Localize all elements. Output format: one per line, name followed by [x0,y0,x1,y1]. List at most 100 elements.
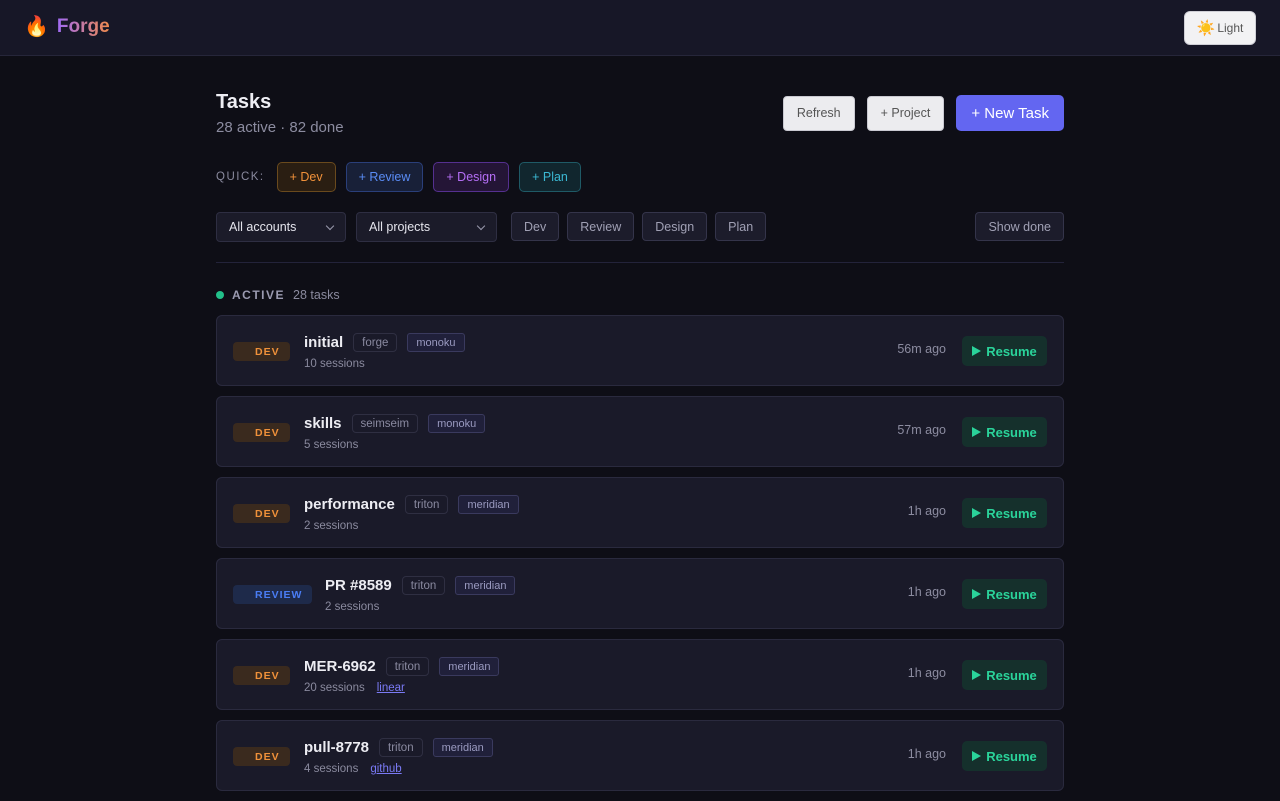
task-info: skills seimseim monoku 5 sessions [304,414,486,451]
account-select[interactable]: All accounts [216,212,346,242]
divider [216,262,1064,263]
flame-icon: 🔥 [24,16,49,38]
task-type-badge: DEV [233,747,290,766]
task-info: PR #8589 triton meridian 2 sessions [325,576,516,613]
session-count: 20 sessions [304,682,365,694]
resume-label: Resume [986,343,1037,359]
project-tag: meridian [455,576,516,595]
resume-button[interactable]: Resume [962,498,1047,528]
task-name: pull-8778 [304,739,370,756]
resume-label: Resume [986,586,1037,602]
quick-label: QUICK: [216,171,265,183]
account-select-value: All accounts [229,220,297,234]
github-link[interactable]: github [370,763,401,775]
resume-label: Resume [986,667,1037,683]
section-count: 28 tasks [293,288,340,302]
add-project-button[interactable]: + Project [866,95,945,131]
chevron-down-icon [476,221,486,231]
task-row[interactable]: DEV skills seimseim monoku 5 sessions 57… [216,396,1064,467]
page-title: Tasks [216,91,272,113]
show-done-button[interactable]: Show done [975,212,1064,241]
project-tag: meridian [458,495,519,514]
session-count: 10 sessions [304,358,365,370]
brand[interactable]: 🔥 Forge [24,14,110,40]
quick-add-design-button[interactable]: + Design [433,162,510,192]
task-info: pull-8778 triton meridian 4 sessions git… [304,738,493,775]
task-time: 1h ago [907,504,946,518]
account-tag: triton [404,495,449,514]
status-dot-icon [216,291,224,299]
task-type-badge: DEV [233,666,290,685]
resume-button[interactable]: Resume [962,579,1047,609]
play-icon [972,751,982,761]
task-time: 1h ago [907,747,946,761]
task-time: 57m ago [897,423,946,437]
quick-add-dev-button[interactable]: + Dev [276,162,336,192]
task-type-badge: DEV [233,342,290,361]
resume-label: Resume [986,505,1037,521]
new-task-button[interactable]: + New Task [956,95,1064,131]
task-row[interactable]: REVIEW PR #8589 triton meridian 2 sessio… [216,558,1064,629]
task-name: MER-6962 [304,658,376,675]
account-tag: triton [379,738,423,757]
task-list: DEV initial forge monoku 10 sessions 56m… [216,315,1064,801]
quick-add-bar: QUICK: + Dev + Review + Design + Plan [216,162,581,192]
play-icon [972,508,982,518]
linear-link[interactable]: linear [377,682,405,694]
resume-button[interactable]: Resume [962,660,1047,690]
type-filter-group: Dev Review Design Plan [511,212,767,241]
project-tag: monoku [428,414,486,433]
top-bar: 🔥 Forge ☀️ Light [0,0,1280,56]
task-time: 56m ago [897,342,946,356]
filter-bar: All accounts All projects Dev Review Des… [216,212,1064,242]
task-time: 1h ago [907,666,946,680]
play-icon [972,670,982,680]
task-type-badge: DEV [233,504,290,523]
quick-add-plan-button[interactable]: + Plan [519,162,581,192]
task-info: initial forge monoku 10 sessions [304,333,465,370]
header-actions: Refresh + Project + New Task [782,95,1064,131]
refresh-button[interactable]: Refresh [782,95,855,131]
task-row[interactable]: DEV pull-8778 triton meridian 4 sessions… [216,720,1064,791]
session-count: 2 sessions [304,520,359,532]
filter-review-button[interactable]: Review [567,212,635,241]
filter-design-button[interactable]: Design [642,212,708,241]
page-subtitle: 28 active · 82 done [216,119,344,136]
theme-toggle-button[interactable]: ☀️ Light [1184,11,1256,45]
task-name: skills [304,415,342,432]
sun-icon: ☀️ [1196,20,1216,37]
play-icon [972,589,982,599]
task-type-badge: DEV [233,423,290,442]
task-type-badge: REVIEW [233,585,313,604]
resume-button[interactable]: Resume [962,741,1047,771]
task-time: 1h ago [907,585,946,599]
play-icon [972,427,982,437]
session-count: 5 sessions [304,439,359,451]
active-section-header: ACTIVE 28 tasks [216,288,340,302]
resume-label: Resume [986,748,1037,764]
account-tag: triton [401,576,446,595]
play-icon [972,346,982,356]
project-select-value: All projects [369,220,431,234]
resume-button[interactable]: Resume [962,417,1047,447]
task-row[interactable]: DEV MER-6962 triton meridian 20 sessions… [216,639,1064,710]
resume-button[interactable]: Resume [962,336,1047,366]
task-info: performance triton meridian 2 sessions [304,495,519,532]
app-name: Forge [57,14,110,40]
account-tag: forge [353,333,398,352]
filter-plan-button[interactable]: Plan [715,212,767,241]
task-row[interactable]: DEV performance triton meridian 2 sessio… [216,477,1064,548]
filter-dev-button[interactable]: Dev [511,212,560,241]
quick-add-review-button[interactable]: + Review [345,162,424,192]
project-tag: meridian [432,738,493,757]
session-count: 4 sessions [304,763,359,775]
task-name: PR #8589 [325,577,392,594]
resume-label: Resume [986,424,1037,440]
task-row[interactable]: DEV initial forge monoku 10 sessions 56m… [216,315,1064,386]
chevron-down-icon [325,221,335,231]
theme-toggle-label: Light [1217,21,1244,35]
section-title: ACTIVE [232,288,286,302]
project-select[interactable]: All projects [356,212,497,242]
task-name: performance [304,496,395,513]
project-tag: monoku [407,333,465,352]
